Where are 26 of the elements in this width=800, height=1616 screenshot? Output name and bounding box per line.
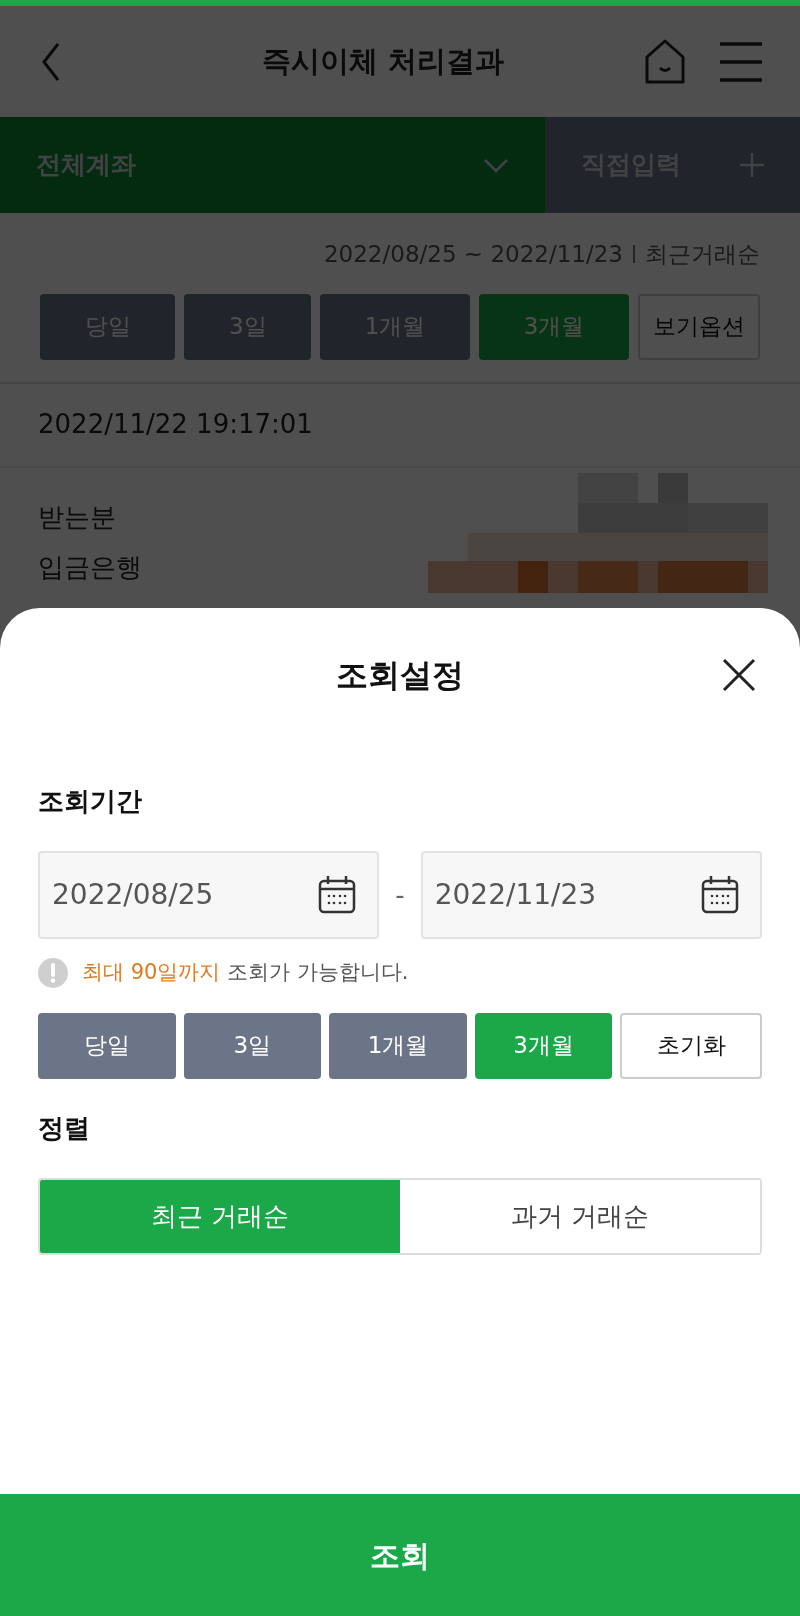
chevron-down-icon bbox=[483, 156, 509, 174]
reset-button[interactable]: 초기화 bbox=[620, 1012, 762, 1079]
field-label: 받는분 bbox=[38, 501, 116, 534]
sort-option[interactable]: 최근 거래순 bbox=[40, 1179, 400, 1253]
page-title: 즉시이체 처리결과 bbox=[260, 42, 506, 80]
sheet-title: 조회설정 bbox=[336, 655, 464, 696]
range-separator: - bbox=[395, 878, 405, 912]
transaction-time: 2022/11/22 19:17:01 bbox=[38, 408, 313, 441]
period-button[interactable]: 3개월 bbox=[474, 1012, 613, 1079]
period-button[interactable]: 당일 bbox=[38, 1012, 176, 1079]
date-field[interactable]: 2022/11/23 bbox=[420, 851, 762, 939]
view-options-button[interactable]: 보기옵션 bbox=[638, 293, 760, 360]
info-icon bbox=[38, 957, 68, 988]
close-icon[interactable] bbox=[722, 658, 756, 692]
search-button[interactable]: 조회 bbox=[0, 1494, 800, 1616]
period-button[interactable]: 1개월 bbox=[329, 1012, 467, 1079]
section-label: 조회기간 bbox=[38, 785, 143, 818]
period-button[interactable]: 3개월 bbox=[479, 293, 629, 360]
calendar-icon[interactable] bbox=[317, 875, 358, 915]
period-button[interactable]: 3일 bbox=[183, 1012, 322, 1079]
field-label: 입금은행 bbox=[38, 551, 142, 584]
date-field[interactable]: 2022/08/25 bbox=[38, 851, 380, 939]
calendar-icon[interactable] bbox=[700, 875, 740, 915]
plus-icon bbox=[740, 153, 764, 177]
notice-text: 최대 90일까지 조회가 가능합니다. bbox=[82, 959, 409, 986]
section-label: 정렬 bbox=[38, 1111, 91, 1145]
